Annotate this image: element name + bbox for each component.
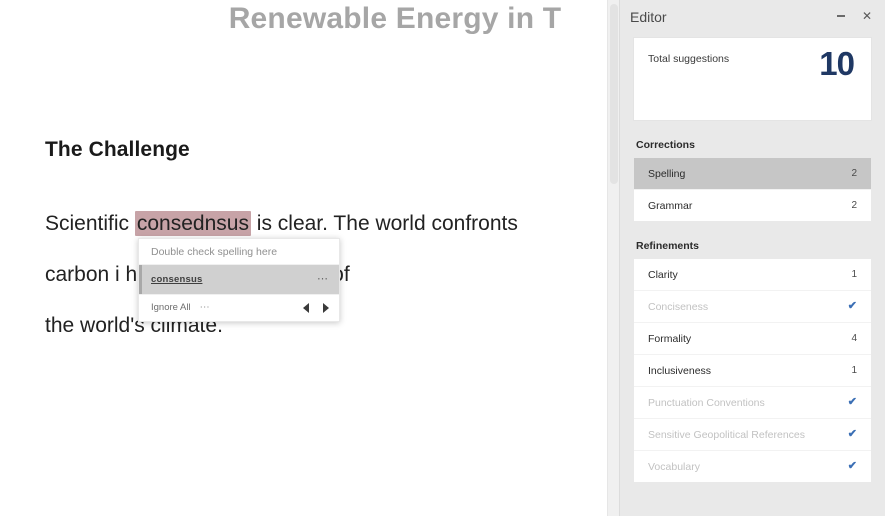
ignore-all-button[interactable]: Ignore All — [151, 302, 191, 313]
editor-pane: Editor ✕ Total suggestions 10 Correction… — [619, 0, 885, 516]
refinement-row-sensitive-geopolitical-references[interactable]: Sensitive Geopolitical References ✔ — [634, 419, 871, 451]
check-icon: ✔ — [847, 460, 857, 472]
row-label: Clarity — [648, 268, 678, 281]
document-title: Renewable Energy in T — [228, 2, 562, 35]
triangle-left-icon[interactable] — [303, 302, 309, 313]
spelling-popup-footer: Ignore All ⋯ — [139, 294, 339, 321]
refinement-row-conciseness[interactable]: Conciseness ✔ — [634, 291, 871, 323]
check-icon: ✔ — [847, 396, 857, 408]
misspelled-word[interactable]: consednsus — [134, 211, 251, 236]
row-label: Spelling — [648, 167, 686, 180]
correction-row-spelling[interactable]: Spelling 2 — [634, 158, 871, 190]
row-count: 4 — [851, 333, 857, 344]
row-count: 2 — [851, 200, 857, 211]
editor-pane-controls: ✕ — [829, 5, 879, 27]
line1-text-after: is clear. The world confronts — [250, 212, 518, 235]
editor-pane-body: Total suggestions 10 Corrections Spellin… — [620, 34, 885, 516]
section-heading: The Challenge — [45, 138, 190, 161]
refinement-row-inclusiveness[interactable]: Inclusiveness 1 — [634, 355, 871, 387]
spelling-hint: Double check spelling here — [139, 239, 339, 265]
refinement-row-clarity[interactable]: Clarity 1 — [634, 259, 871, 291]
row-label: Inclusiveness — [648, 364, 712, 377]
editor-pane-title: Editor — [630, 9, 667, 25]
corrections-list: Spelling 2 Grammar 2 — [634, 158, 871, 221]
refinement-row-vocabulary[interactable]: Vocabulary ✔ — [634, 451, 871, 482]
spelling-suggestion-popup[interactable]: Double check spelling here consensus ⋯ I… — [138, 238, 340, 322]
minimize-icon[interactable] — [829, 5, 853, 27]
row-count: 1 — [851, 365, 857, 376]
triangle-right-icon[interactable] — [323, 302, 329, 313]
row-label: Punctuation Conventions — [648, 396, 765, 409]
row-label: Conciseness — [648, 300, 709, 313]
refinements-list: Clarity 1 Conciseness ✔ Formality 4 Inclusiven… — [634, 259, 871, 482]
total-suggestions-value: 10 — [819, 45, 855, 82]
spelling-suggestion-label: consensus — [151, 274, 203, 285]
spelling-suggestion-item[interactable]: consensus ⋯ — [139, 265, 339, 294]
correction-row-grammar[interactable]: Grammar 2 — [634, 190, 871, 221]
check-icon: ✔ — [847, 428, 857, 440]
editor-pane-header: Editor ✕ — [620, 0, 885, 34]
document-scrollbar-thumb[interactable] — [610, 4, 618, 184]
row-label: Grammar — [648, 199, 693, 212]
row-count: 1 — [851, 269, 857, 280]
ellipsis-icon[interactable]: ⋯ — [317, 274, 329, 285]
refinement-row-punctuation-conventions[interactable]: Punctuation Conventions ✔ — [634, 387, 871, 419]
row-label: Vocabulary — [648, 460, 700, 473]
row-label: Sensitive Geopolitical References — [648, 428, 805, 441]
refinement-row-formality[interactable]: Formality 4 — [634, 323, 871, 355]
refinements-section-title: Refinements — [636, 240, 700, 252]
row-label: Formality — [648, 332, 692, 345]
total-suggestions-label: Total suggestions — [648, 53, 730, 65]
row-count: 2 — [851, 168, 857, 179]
line1-text-before: Scientific — [45, 212, 135, 235]
check-icon: ✔ — [847, 300, 857, 312]
ellipsis-icon[interactable]: ⋯ — [200, 302, 211, 313]
popup-navigation — [303, 302, 329, 313]
close-icon[interactable]: ✕ — [855, 5, 879, 27]
editor-screen: Renewable Energy in T The Challenge Scie… — [0, 0, 885, 516]
corrections-section-title: Corrections — [636, 139, 695, 151]
total-suggestions-card[interactable]: Total suggestions 10 — [634, 38, 871, 120]
